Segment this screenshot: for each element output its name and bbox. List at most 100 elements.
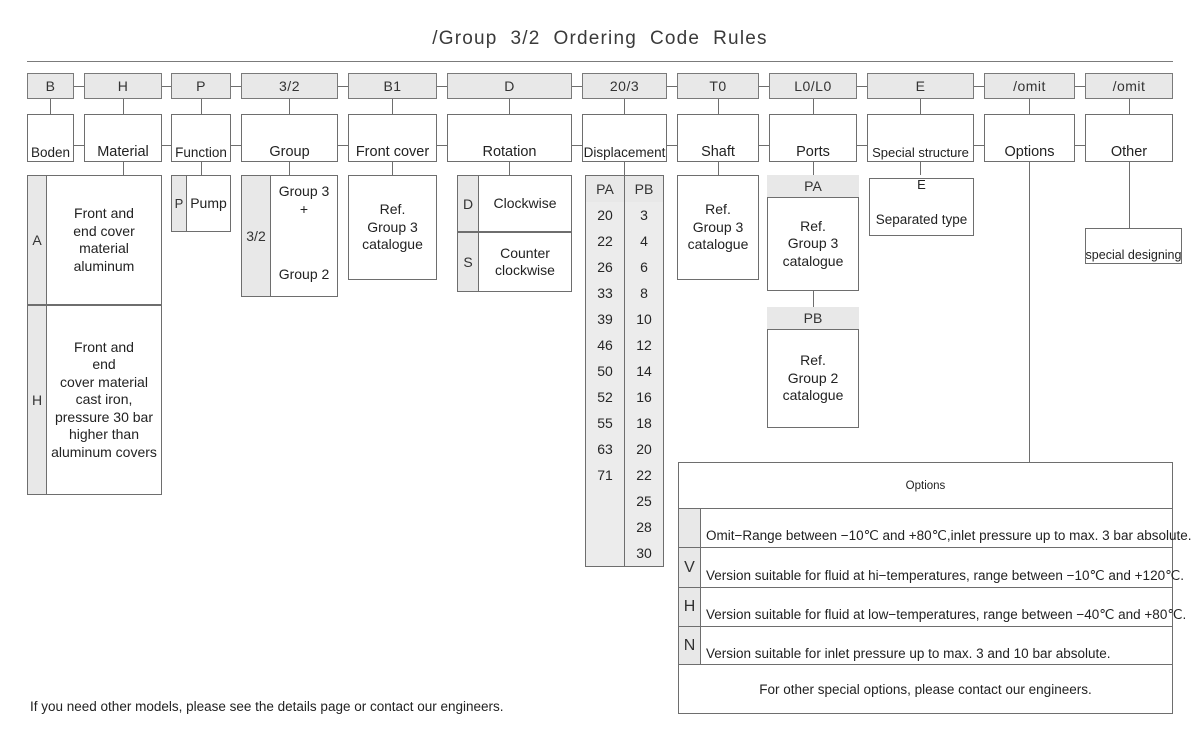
drop-line (1129, 99, 1130, 114)
displacement-cell-pa-5: 46 (586, 332, 624, 358)
code-box-other[interactable]: /omit (1085, 73, 1173, 99)
label-box-shaft: Shaft (677, 114, 759, 162)
options-code-0 (679, 509, 700, 547)
code-box-boden[interactable]: B (27, 73, 74, 99)
drop-line (624, 162, 625, 175)
displacement-cell-pa-3: 33 (586, 280, 624, 306)
drop-line (813, 99, 814, 114)
code-box-options[interactable]: /omit (984, 73, 1075, 99)
ports-text-pa: Ref. Group 3 catalogue (782, 217, 844, 269)
drop-line (624, 99, 625, 114)
drop-line (392, 99, 393, 114)
code-connector (974, 86, 984, 87)
page-title: /Group 3/2 Ordering Code Rules (432, 28, 768, 49)
displacement-cell-pa-6: 50 (586, 358, 624, 384)
code-connector (857, 86, 867, 87)
label-connector (759, 145, 769, 146)
special-structure-text: Separated type (875, 212, 968, 227)
material-code-a: A (28, 176, 46, 304)
options-text-v: Version suitable for fluid at hi−tempera… (706, 568, 1184, 583)
code-connector (338, 86, 348, 87)
code-connector (1075, 86, 1085, 87)
label-connector (338, 145, 348, 146)
displacement-cell-pa-9: 63 (586, 436, 624, 462)
displacement-cell-pa-7: 52 (586, 384, 624, 410)
label-box-front-cover: Front cover (348, 114, 437, 162)
displacement-cell-pb-4: 10 (625, 306, 663, 332)
label-box-displacement: Displacement (582, 114, 667, 162)
label-connector (1075, 145, 1085, 146)
footnote: If you need other models, please see the… (30, 699, 504, 714)
label-connector (974, 145, 984, 146)
code-box-rotation[interactable]: D (447, 73, 572, 99)
drop-line (718, 162, 719, 175)
code-box-group[interactable]: 3/2 (241, 73, 338, 99)
label-box-group: Group (241, 114, 338, 162)
code-box-material[interactable]: H (84, 73, 162, 99)
displacement-cell-pa-2: 26 (586, 254, 624, 280)
code-connector (162, 86, 171, 87)
material-code-h: H (28, 306, 46, 494)
code-box-shaft[interactable]: T0 (677, 73, 759, 99)
displacement-cell-pb-8: 18 (625, 410, 663, 436)
options-text-n: Version suitable for inlet pressure up t… (706, 646, 1111, 661)
displacement-cell-pb-12: 28 (625, 514, 663, 540)
code-box-special-structure[interactable]: E (867, 73, 974, 99)
displacement-cell-pb-13: 30 (625, 540, 663, 566)
options-code-v: V (679, 548, 700, 587)
options-code-h: H (679, 588, 700, 626)
displacement-cell-pb-6: 14 (625, 358, 663, 384)
code-connector (572, 86, 582, 87)
code-box-function[interactable]: P (171, 73, 231, 99)
drop-line (392, 162, 393, 175)
rotation-text-d: Clockwise (493, 194, 557, 211)
displacement-cell-pa-8: 55 (586, 410, 624, 436)
group-code: 3/2 (242, 176, 270, 296)
drop-line (509, 99, 510, 114)
code-connector (437, 86, 447, 87)
label-box-special-structure: Special structure (867, 114, 974, 162)
code-box-ports[interactable]: L0/L0 (769, 73, 857, 99)
options-text-h: Version suitable for fluid at low−temper… (706, 607, 1187, 622)
displacement-header-pb: PB (625, 176, 663, 202)
label-connector (74, 145, 84, 146)
drop-line (123, 99, 124, 114)
code-connector (759, 86, 769, 87)
displacement-cell-pb-11: 25 (625, 488, 663, 514)
displacement-cell-pb-0: 3 (625, 202, 663, 228)
displacement-cell-pa-4: 39 (586, 306, 624, 332)
ports-header-pa-label: PA (767, 175, 859, 197)
displacement-cell-pa-13 (586, 540, 624, 566)
displacement-header-pa: PA (586, 176, 624, 202)
drop-line (1129, 162, 1130, 228)
drop-line (123, 162, 124, 175)
options-text-0: Omit−Range between −10℃ and +80℃,inlet p… (706, 528, 1192, 543)
function-text-p: Pump (190, 194, 227, 211)
label-box-boden: Boden (27, 114, 74, 162)
shaft-text: Ref. Group 3 catalogue (687, 201, 749, 253)
ports-connector (813, 291, 814, 307)
drop-line (201, 162, 202, 175)
options-drop-line (1029, 162, 1030, 462)
drop-line (201, 99, 202, 114)
function-code-p: P (172, 176, 186, 231)
label-box-ports: Ports (769, 114, 857, 162)
drop-line (509, 162, 510, 175)
label-connector (162, 145, 171, 146)
code-connector (667, 86, 677, 87)
label-connector (572, 145, 582, 146)
drop-line (289, 99, 290, 114)
ordering-code-diagram: /Group 3/2 Ordering Code Rules B H P 3/2… (0, 0, 1200, 730)
label-connector (667, 145, 677, 146)
displacement-cell-pb-5: 12 (625, 332, 663, 358)
displacement-cell-pb-3: 8 (625, 280, 663, 306)
rotation-code-s: S (458, 233, 478, 291)
code-box-front-cover[interactable]: B1 (348, 73, 437, 99)
front-cover-text: Ref. Group 3 catalogue (362, 201, 423, 253)
group-text-top: Group 3 + (278, 183, 330, 217)
code-box-displacement[interactable]: 20/3 (582, 73, 667, 99)
displacement-cell-pb-10: 22 (625, 462, 663, 488)
displacement-cell-pa-1: 22 (586, 228, 624, 254)
group-text-bottom: Group 2 (278, 266, 330, 283)
rotation-text-s: Counter clockwise (495, 244, 555, 279)
